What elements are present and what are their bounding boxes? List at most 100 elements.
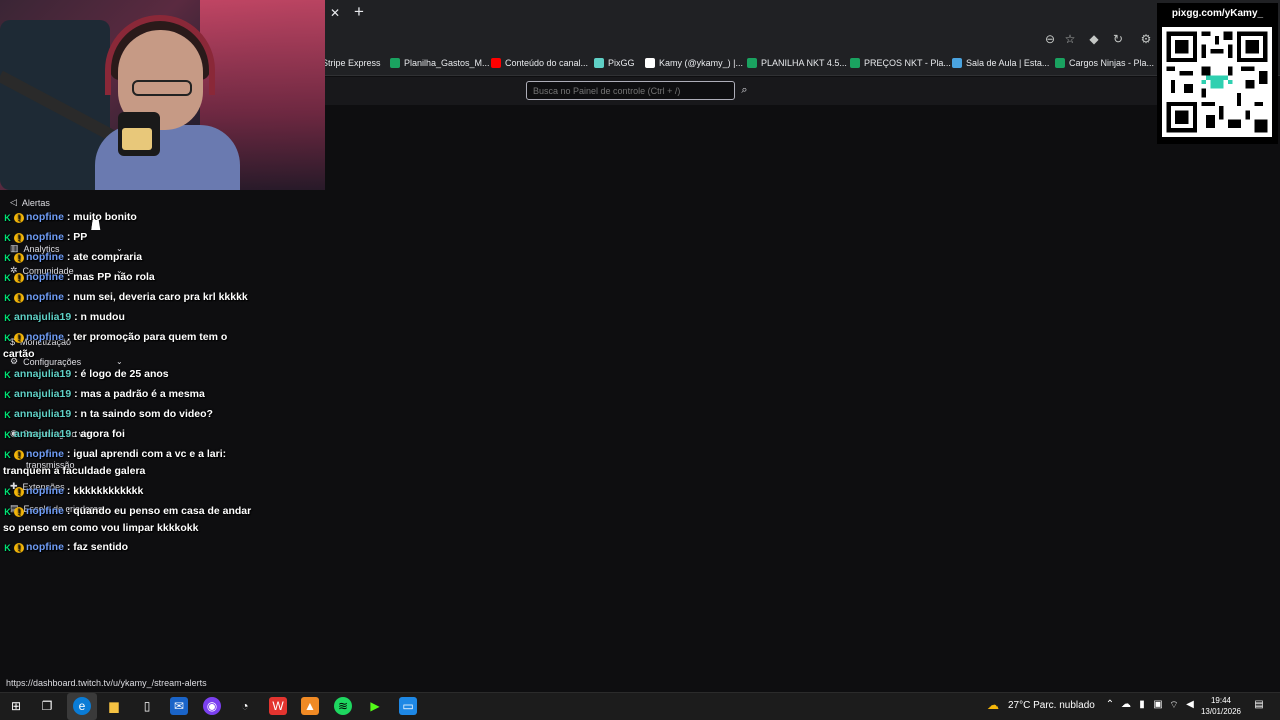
vlc-icon[interactable]: ▲ — [301, 697, 319, 715]
chat-username: nopfine — [26, 231, 64, 243]
zoom-icon[interactable]: ⊖ — [1042, 32, 1058, 46]
chat-username: nopfine — [26, 448, 64, 460]
bookmark-item[interactable]: PixGG — [594, 58, 635, 68]
volume-icon[interactable]: ◀ — [1183, 699, 1197, 710]
chevron-up-icon[interactable]: ⌃ — [1103, 699, 1117, 710]
chat-message: K! nopfine : quando eu penso em casa de a… — [3, 503, 253, 536]
bookmark-item[interactable]: Kamy (@ykamy_) |... — [645, 58, 743, 68]
chat-message: K! nopfine : kkkkkkkkkkkk — [3, 483, 253, 500]
bookmark-label: Planilha_Gastos_M... — [404, 58, 490, 68]
wifi-icon[interactable]: ⌔ — [1167, 699, 1181, 712]
kick-badge-icon: K — [4, 370, 11, 380]
subscriber-badge-icon: ! — [14, 333, 24, 343]
chat-username: nopfine — [26, 251, 64, 263]
chat-message: K! nopfine : ate compraria — [3, 249, 253, 266]
chat-username: nopfine — [26, 505, 64, 517]
notifications-icon[interactable]: ▤ — [1252, 699, 1266, 710]
bookmark-label: Cargos Ninjas - Pla... — [1069, 58, 1155, 68]
display-icon[interactable]: ▣ — [1151, 699, 1165, 710]
search-icon[interactable]: ⌕ — [736, 81, 753, 100]
chat-text: : kkkkkkkkkkkk — [66, 485, 144, 497]
new-tab-icon[interactable]: + — [350, 2, 368, 22]
refresh-icon[interactable]: ↻ — [1110, 32, 1126, 46]
webcam-glasses — [132, 80, 192, 96]
subscriber-badge-icon: ! — [14, 293, 24, 303]
bookmark-item[interactable]: Conteúdo do canal... — [491, 58, 588, 68]
bookmark-icon — [390, 58, 400, 68]
weather-icon[interactable]: ☁ — [987, 698, 1003, 712]
chat-message: Kannajulia19 : n ta saindo som do video? — [3, 406, 253, 423]
extension-icon[interactable]: ◆ — [1086, 32, 1102, 46]
wps-icon[interactable]: W — [269, 697, 287, 715]
bookmark-item[interactable]: Cargos Ninjas - Pla... — [1055, 58, 1154, 68]
subscriber-badge-icon: ! — [14, 450, 24, 460]
kick-badge-icon: K — [4, 273, 11, 283]
kick-badge-icon: K — [4, 333, 11, 343]
bookmark-item[interactable]: Planilha_Gastos_M... — [390, 58, 490, 68]
document-icon[interactable]: ▯ — [138, 697, 156, 715]
chat-message: K! nopfine : PP — [3, 229, 253, 246]
chat-text: : ate compraria — [66, 251, 143, 263]
qr-url-label: pixgg.com/yKamy_ — [1171, 8, 1264, 19]
edge-icon[interactable]: e — [73, 697, 91, 715]
status-url: https://dashboard.twitch.tv/u/ykamy_/str… — [0, 676, 213, 690]
windows-start-icon[interactable]: ⊞ — [7, 697, 25, 715]
bookmark-item[interactable]: PLANILHA NKT 4.5... — [747, 58, 847, 68]
chat-message: Kannajulia19 : agora foi — [3, 426, 253, 443]
chat-message: Kannajulia19 : n mudou — [3, 309, 253, 326]
chat-text: : mas a padrão é a mesma — [74, 388, 205, 400]
clock-time: 19:44 — [1210, 696, 1232, 705]
bookmark-icon — [645, 58, 655, 68]
sidebar-item-alertas[interactable]: ◁ Alertas — [10, 197, 50, 208]
mail-icon[interactable]: ✉ — [170, 697, 188, 715]
bookmark-icon — [850, 58, 860, 68]
kick-icon[interactable]: ▶ — [366, 697, 384, 715]
chat-text: : n mudou — [74, 311, 125, 323]
chat-text: : mas PP não rola — [66, 271, 155, 283]
bookmark-icon — [747, 58, 757, 68]
kick-badge-icon: K — [4, 487, 11, 497]
app-window-icon[interactable]: ▭ — [399, 697, 417, 715]
chat-text: : n ta saindo som do video? — [74, 408, 213, 420]
chat-text: : PP — [66, 231, 88, 243]
chat-username: annajulia19 — [14, 428, 72, 440]
obs-icon[interactable]: ◔ — [236, 697, 254, 715]
spotify-icon[interactable]: ≋ — [334, 697, 352, 715]
subscriber-badge-icon: ! — [14, 253, 24, 263]
taskbar-clock[interactable]: 19:44 13/01/2026 — [1198, 695, 1244, 717]
bookmark-item[interactable]: PREÇOS NKT - Pla... — [850, 58, 951, 68]
chrome-icon[interactable]: ◉ — [203, 697, 221, 715]
bookmark-item[interactable]: Stripe Express — [322, 58, 381, 68]
chat-message: K! nopfine : muito bonito — [3, 209, 253, 226]
megaphone-icon: ◁ — [10, 197, 17, 207]
kick-badge-icon: K — [4, 253, 11, 263]
kick-badge-icon: K — [4, 450, 11, 460]
bookmark-icon — [1055, 58, 1065, 68]
bookmark-item[interactable]: Sala de Aula | Esta... — [952, 58, 1049, 68]
puzzle-icon[interactable]: ⚙ — [1138, 32, 1154, 46]
chat-message: Kannajulia19 : é logo de 25 anos — [3, 366, 253, 383]
subscriber-badge-icon: ! — [14, 273, 24, 283]
chat-username: annajulia19 — [14, 311, 72, 323]
bookmark-label: Conteúdo do canal... — [505, 58, 589, 68]
kick-badge-icon: K — [4, 507, 11, 517]
bookmark-label: PixGG — [608, 58, 635, 68]
clock-date: 13/01/2026 — [1200, 707, 1242, 716]
subscriber-badge-icon: ! — [14, 543, 24, 553]
star-icon[interactable]: ☆ — [1062, 32, 1078, 46]
task-view-icon[interactable]: ❐ — [38, 697, 56, 715]
bookmark-label: Kamy (@ykamy_) |... — [659, 58, 743, 68]
chat-username: nopfine — [26, 331, 64, 343]
close-tab-icon[interactable]: ✕ — [327, 6, 343, 20]
file-explorer-icon[interactable]: ▆ — [105, 697, 123, 715]
subscriber-badge-icon: ! — [14, 233, 24, 243]
bookmark-label: Stripe Express — [322, 58, 381, 68]
microphone-icon[interactable]: ▮ — [1135, 699, 1149, 710]
chat-text: : é logo de 25 anos — [74, 368, 169, 380]
sidebar-item-label: Alertas — [21, 197, 50, 208]
dashboard-search-input[interactable] — [526, 81, 735, 100]
screen: ✕ + ⊖ ☆ ◆ ↻ ⚙ Stripe Express Planilha_Gas… — [0, 0, 1280, 720]
network-app-icon[interactable]: ☁ — [1119, 699, 1133, 710]
bookmark-icon — [491, 58, 501, 68]
weather-text[interactable]: 27°C Parc. nublado — [1008, 700, 1095, 711]
